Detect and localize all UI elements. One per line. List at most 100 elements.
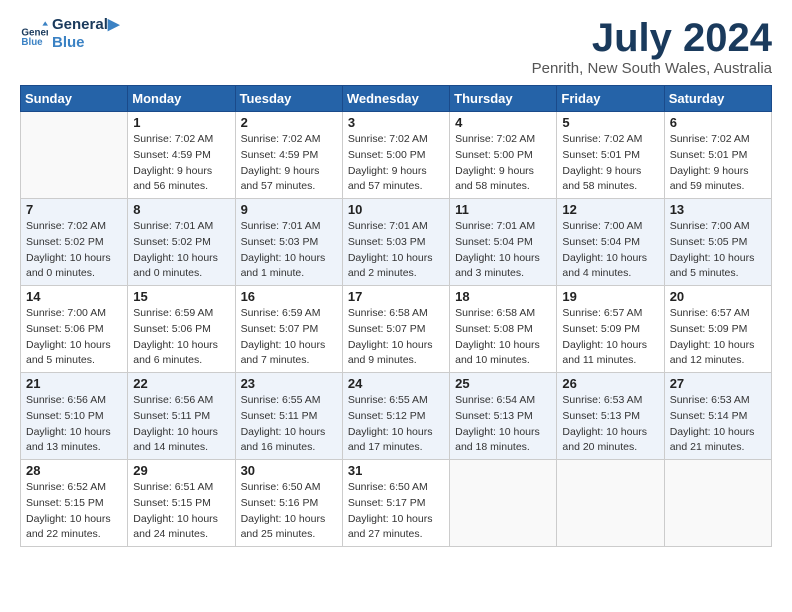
sunset-info: Sunset: 5:15 PM (26, 496, 122, 512)
sunrise-info: Sunrise: 7:00 AM (26, 306, 122, 322)
table-row: 2Sunrise: 7:02 AMSunset: 4:59 PMDaylight… (235, 112, 342, 199)
day-number: 5 (562, 115, 658, 130)
daylight-info-line2: and 25 minutes. (241, 527, 337, 543)
day-number: 18 (455, 289, 551, 304)
daylight-info-line2: and 6 minutes. (133, 353, 229, 369)
sunset-info: Sunset: 5:05 PM (670, 235, 766, 251)
table-row (21, 112, 128, 199)
sunset-info: Sunset: 5:03 PM (241, 235, 337, 251)
sunset-info: Sunset: 5:02 PM (133, 235, 229, 251)
sunset-info: Sunset: 4:59 PM (241, 148, 337, 164)
table-row: 8Sunrise: 7:01 AMSunset: 5:02 PMDaylight… (128, 199, 235, 286)
table-row: 26Sunrise: 6:53 AMSunset: 5:13 PMDayligh… (557, 373, 664, 460)
sunrise-info: Sunrise: 6:59 AM (241, 306, 337, 322)
daylight-info-line2: and 21 minutes. (670, 440, 766, 456)
daylight-info-line2: and 5 minutes. (670, 266, 766, 282)
daylight-info-line2: and 57 minutes. (241, 179, 337, 195)
sunset-info: Sunset: 5:09 PM (562, 322, 658, 338)
daylight-info-line1: Daylight: 10 hours (26, 251, 122, 267)
daylight-info-line1: Daylight: 10 hours (562, 338, 658, 354)
daylight-info-line1: Daylight: 10 hours (670, 338, 766, 354)
daylight-info-line1: Daylight: 9 hours (670, 164, 766, 180)
day-number: 8 (133, 202, 229, 217)
day-number: 3 (348, 115, 444, 130)
sunrise-info: Sunrise: 7:02 AM (133, 132, 229, 148)
daylight-info-line2: and 0 minutes. (133, 266, 229, 282)
day-number: 13 (670, 202, 766, 217)
sunset-info: Sunset: 5:11 PM (133, 409, 229, 425)
day-number: 29 (133, 463, 229, 478)
sunrise-info: Sunrise: 6:53 AM (562, 393, 658, 409)
sunset-info: Sunset: 5:06 PM (26, 322, 122, 338)
daylight-info-line2: and 10 minutes. (455, 353, 551, 369)
table-row: 27Sunrise: 6:53 AMSunset: 5:14 PMDayligh… (664, 373, 771, 460)
daylight-info-line1: Daylight: 9 hours (455, 164, 551, 180)
sunrise-info: Sunrise: 6:56 AM (26, 393, 122, 409)
daylight-info-line2: and 22 minutes. (26, 527, 122, 543)
col-saturday: Saturday (664, 86, 771, 112)
day-number: 23 (241, 376, 337, 391)
sunrise-info: Sunrise: 7:02 AM (241, 132, 337, 148)
daylight-info-line1: Daylight: 9 hours (348, 164, 444, 180)
col-monday: Monday (128, 86, 235, 112)
daylight-info-line1: Daylight: 10 hours (241, 512, 337, 528)
day-number: 24 (348, 376, 444, 391)
sunrise-info: Sunrise: 7:01 AM (241, 219, 337, 235)
daylight-info-line2: and 16 minutes. (241, 440, 337, 456)
col-thursday: Thursday (450, 86, 557, 112)
sunrise-info: Sunrise: 6:53 AM (670, 393, 766, 409)
daylight-info-line2: and 13 minutes. (26, 440, 122, 456)
table-row: 5Sunrise: 7:02 AMSunset: 5:01 PMDaylight… (557, 112, 664, 199)
sunset-info: Sunset: 5:16 PM (241, 496, 337, 512)
table-row: 3Sunrise: 7:02 AMSunset: 5:00 PMDaylight… (342, 112, 449, 199)
sunset-info: Sunset: 5:11 PM (241, 409, 337, 425)
daylight-info-line2: and 17 minutes. (348, 440, 444, 456)
day-number: 1 (133, 115, 229, 130)
sunset-info: Sunset: 4:59 PM (133, 148, 229, 164)
daylight-info-line1: Daylight: 10 hours (455, 338, 551, 354)
table-row: 30 Sunrise: 6:50 AMSunset: 5:16 PMDayligh… (235, 460, 342, 547)
sunrise-info: Sunrise: 6:57 AM (670, 306, 766, 322)
sunset-info: Sunset: 5:13 PM (455, 409, 551, 425)
table-row: 19Sunrise: 6:57 AMSunset: 5:09 PMDayligh… (557, 286, 664, 373)
day-number: 22 (133, 376, 229, 391)
table-row: 23Sunrise: 6:55 AMSunset: 5:11 PMDayligh… (235, 373, 342, 460)
day-number: 25 (455, 376, 551, 391)
sunset-info: Sunset: 5:15 PM (133, 496, 229, 512)
sunrise-info: Sunrise: 7:01 AM (455, 219, 551, 235)
sunset-info: Sunset: 5:17 PM (348, 496, 444, 512)
col-friday: Friday (557, 86, 664, 112)
daylight-info-line1: Daylight: 10 hours (455, 251, 551, 267)
day-number: 19 (562, 289, 658, 304)
daylight-info-line2: and 27 minutes. (348, 527, 444, 543)
day-number: 2 (241, 115, 337, 130)
table-row (557, 460, 664, 547)
sunset-info: Sunset: 5:09 PM (670, 322, 766, 338)
daylight-info-line2: and 12 minutes. (670, 353, 766, 369)
table-row: 17Sunrise: 6:58 AMSunset: 5:07 PMDayligh… (342, 286, 449, 373)
day-number: 6 (670, 115, 766, 130)
daylight-info-line1: Daylight: 10 hours (133, 425, 229, 441)
title-block: July 2024 Penrith, New South Wales, Aust… (532, 16, 772, 77)
day-number: 28 (26, 463, 122, 478)
day-number: 11 (455, 202, 551, 217)
table-row: 1Sunrise: 7:02 AMSunset: 4:59 PMDaylight… (128, 112, 235, 199)
table-row: 31Sunrise: 6:50 AMSunset: 5:17 PMDayligh… (342, 460, 449, 547)
table-row: 16Sunrise: 6:59 AMSunset: 5:07 PMDayligh… (235, 286, 342, 373)
sunrise-info: Sunrise: 7:00 AM (670, 219, 766, 235)
day-number: 30 (241, 463, 337, 478)
daylight-info-line1: Daylight: 10 hours (133, 251, 229, 267)
daylight-info-line1: Daylight: 10 hours (26, 512, 122, 528)
col-wednesday: Wednesday (342, 86, 449, 112)
sunset-info: Sunset: 5:08 PM (455, 322, 551, 338)
sunrise-info: Sunrise: 6:58 AM (455, 306, 551, 322)
sunset-info: Sunset: 5:13 PM (562, 409, 658, 425)
sunrise-info: Sunrise: 6:59 AM (133, 306, 229, 322)
day-number: 15 (133, 289, 229, 304)
sunrise-info: Sunrise: 7:02 AM (455, 132, 551, 148)
daylight-info-line1: Daylight: 10 hours (562, 425, 658, 441)
daylight-info-line2: and 57 minutes. (348, 179, 444, 195)
sunrise-info: Sunrise: 6:50 AM (241, 480, 337, 496)
calendar-table: Sunday Monday Tuesday Wednesday Thursday… (20, 85, 772, 547)
day-number: 20 (670, 289, 766, 304)
